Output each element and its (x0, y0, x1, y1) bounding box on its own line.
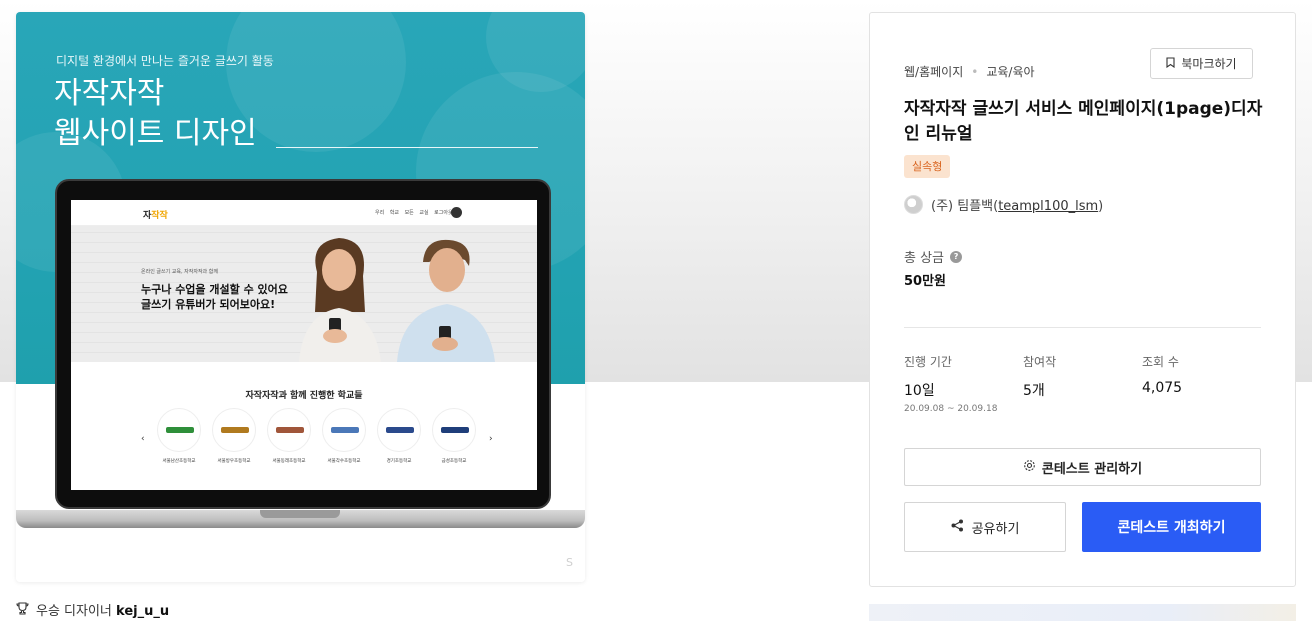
winner-designer: 우승 디자이너 kej_u_u (16, 600, 169, 619)
screen-hero-caption: 온라인 글쓰기 교육, 자작자작과 함께 (141, 269, 218, 275)
period-stat: 진행 기간 10일 20.09.08 ~ 20.09.18 (904, 353, 997, 414)
card-footer-area (16, 528, 585, 582)
hero-underline (276, 147, 538, 148)
screen-hero: 온라인 글쓰기 교육, 자작자작과 함께 누구나 수업을 개설할 수 있어요 글… (71, 226, 537, 362)
screen-prev-arrow: ‹ (141, 434, 145, 444)
host-avatar (904, 195, 923, 214)
contest-image-card[interactable]: 디지털 환경에서 만나는 즐거운 글쓰기 활동 자작자작 웹사이트 디자인 자작… (16, 12, 585, 582)
hero-subtitle: 디지털 환경에서 만나는 즐거운 글쓰기 활동 (56, 54, 274, 68)
entries-label: 참여작 (1023, 355, 1057, 369)
winner-name[interactable]: kej_u_u (116, 604, 169, 619)
school-logo (267, 408, 311, 452)
prize-value: 50만원 (904, 274, 947, 289)
banner-ad[interactable] (869, 604, 1296, 621)
breadcrumb: 웹/홈페이지 • 교육/육아 (904, 65, 1035, 79)
manage-contest-button[interactable]: 콘테스트 관리하기 (904, 448, 1261, 486)
period-label: 진행 기간 (904, 355, 952, 369)
bookmark-icon (1166, 56, 1175, 71)
school-logo (212, 408, 256, 452)
screen-menu: 우리 학교 모든 교실 로그아웃 (375, 210, 453, 216)
help-icon[interactable]: ? (950, 250, 963, 263)
bookmark-button[interactable]: 북마크하기 (1150, 48, 1253, 79)
breadcrumb-subcategory[interactable]: 교육/육아 (986, 65, 1034, 79)
winner-label: 우승 디자이너 (36, 604, 112, 619)
trophy-icon (16, 602, 30, 619)
period-value: 10일 (904, 383, 935, 399)
prize-label: 총 상금 ? (904, 247, 963, 266)
host-id-link[interactable]: teampl100_lsm (998, 199, 1098, 214)
screen-avatar (451, 207, 462, 218)
hero-title-line1: 자작자작 (54, 76, 165, 111)
breadcrumb-category[interactable]: 웹/홈페이지 (904, 65, 963, 79)
bookmark-label: 북마크하기 (1181, 57, 1237, 71)
host-company: (주) 팀플백 (931, 199, 994, 214)
views-label: 조회 수 (1142, 355, 1179, 369)
watermark-icon: S (566, 556, 573, 569)
school-name: 경기초등학교 (386, 459, 412, 464)
school-name: 서울남산초등학교 (162, 459, 196, 464)
hero-title: 자작자작 웹사이트 디자인 (54, 74, 257, 154)
share-label: 공유하기 (971, 521, 1020, 537)
screen-section-title: 자작자작과 함께 진행한 학교들 (245, 391, 363, 401)
screen-hero-headline: 누구나 수업을 개설할 수 있어요 글쓰기 유튜버가 되어보아요! (141, 283, 288, 311)
school-name: 서울방우초등학교 (217, 459, 251, 464)
contest-info-panel: 웹/홈페이지 • 교육/육아 북마크하기 자작자작 글쓰기 서비스 메인페이지(1p… (869, 12, 1296, 587)
divider (904, 327, 1261, 328)
plan-badge: 실속형 (904, 155, 951, 178)
hero-title-line2: 웹사이트 디자인 (54, 116, 257, 151)
school-logo (432, 408, 476, 452)
share-button[interactable]: 공유하기 (904, 502, 1066, 552)
laptop-screen: 자작작 우리 학교 모든 교실 로그아웃 온라인 글쓰기 교육, 자작자작과 함… (71, 200, 537, 490)
man-photo (397, 239, 495, 362)
school-name: 서울동래초등학교 (272, 459, 306, 464)
host-contest-button[interactable]: 콘테스트 개최하기 (1082, 502, 1261, 552)
screen-nav: 자작작 우리 학교 모든 교실 로그아웃 (71, 200, 537, 226)
period-dates: 20.09.08 ~ 20.09.18 (904, 404, 998, 414)
manage-contest-label: 콘테스트 관리하기 (1041, 461, 1143, 477)
school-logo (322, 408, 366, 452)
entries-stat: 참여작 5개 (1023, 353, 1056, 400)
views-value: 4,075 (1142, 380, 1183, 396)
school-logo (377, 408, 421, 452)
woman-photo (299, 238, 381, 362)
entries-value: 5개 (1023, 383, 1045, 399)
school-logo (157, 408, 201, 452)
contest-title: 자작자작 글쓰기 서비스 메인페이지(1page)디자인 리뉴얼 (904, 99, 1263, 144)
share-icon (951, 519, 964, 536)
views-stat: 조회 수 4,075 (1142, 353, 1182, 396)
school-name: 서울각수초등학교 (327, 459, 361, 464)
screen-next-arrow: › (489, 434, 493, 444)
screen-logo: 자작작 (143, 211, 168, 221)
host-info: (주) 팀플백(teampl100_lsm) (904, 195, 1103, 214)
gear-icon (1023, 459, 1036, 476)
laptop-notch (260, 510, 340, 518)
school-name: 금성초등학교 (441, 459, 467, 464)
